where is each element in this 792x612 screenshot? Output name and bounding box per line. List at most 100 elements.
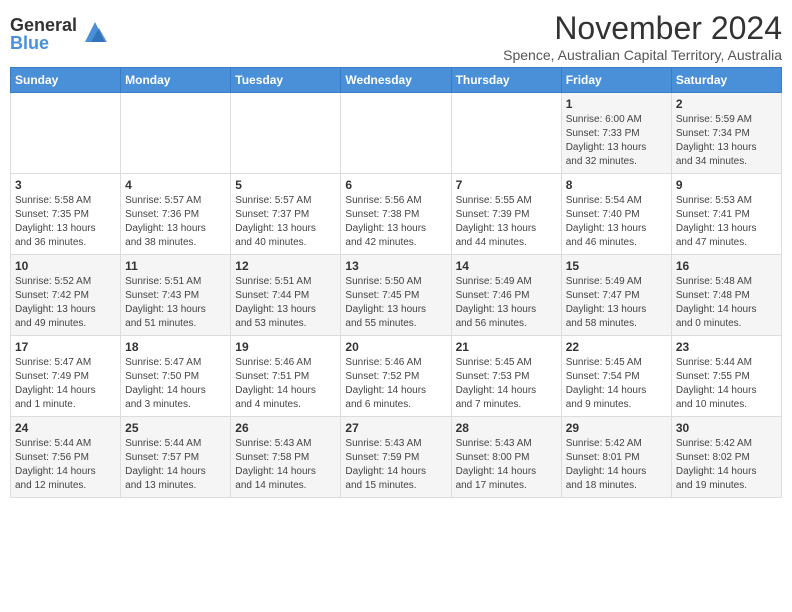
day-info: Sunrise: 5:56 AM Sunset: 7:38 PM Dayligh… [345, 194, 446, 250]
week-row-0: 1 Sunrise: 6:00 AM Sunset: 7:33 PM Daylig… [11, 93, 782, 174]
day-info: Sunrise: 5:46 AM Sunset: 7:51 PM Dayligh… [235, 356, 336, 412]
day-number: 12 [235, 259, 336, 273]
calendar-cell: 29 Sunrise: 5:42 AM Sunset: 8:01 PM Dayli… [561, 417, 671, 498]
calendar-cell: 5 Sunrise: 5:57 AM Sunset: 7:37 PM Daylig… [231, 174, 341, 255]
day-number: 19 [235, 340, 336, 354]
day-number: 13 [345, 259, 446, 273]
logo: General Blue [10, 16, 109, 52]
day-info: Sunrise: 5:57 AM Sunset: 7:37 PM Dayligh… [235, 194, 336, 250]
logo-icon [81, 18, 109, 46]
day-number: 2 [676, 97, 777, 111]
calendar-cell [121, 93, 231, 174]
calendar-body: 1 Sunrise: 6:00 AM Sunset: 7:33 PM Daylig… [11, 93, 782, 498]
calendar-cell: 12Sunrise: 5:51 AM Sunset: 7:44 PM Dayli… [231, 255, 341, 336]
day-number: 25 [125, 421, 226, 435]
calendar-cell: 4 Sunrise: 5:57 AM Sunset: 7:36 PM Daylig… [121, 174, 231, 255]
month-title: November 2024 [503, 10, 782, 47]
calendar-cell: 8 Sunrise: 5:54 AM Sunset: 7:40 PM Daylig… [561, 174, 671, 255]
day-info: Sunrise: 5:44 AM Sunset: 7:55 PM Dayligh… [676, 356, 777, 412]
calendar-cell: 21Sunrise: 5:45 AM Sunset: 7:53 PM Dayli… [451, 336, 561, 417]
header-day-wednesday: Wednesday [341, 68, 451, 93]
day-info: Sunrise: 5:51 AM Sunset: 7:43 PM Dayligh… [125, 275, 226, 331]
day-number: 23 [676, 340, 777, 354]
day-number: 24 [15, 421, 116, 435]
calendar-cell: 20 Sunrise: 5:46 AM Sunset: 7:52 PM Dayli… [341, 336, 451, 417]
day-number: 18 [125, 340, 226, 354]
day-number: 15 [566, 259, 667, 273]
header-day-friday: Friday [561, 68, 671, 93]
calendar-cell: 14 Sunrise: 5:49 AM Sunset: 7:46 PM Dayli… [451, 255, 561, 336]
calendar-cell [341, 93, 451, 174]
calendar-cell: 11Sunrise: 5:51 AM Sunset: 7:43 PM Dayli… [121, 255, 231, 336]
day-info: Sunrise: 5:42 AM Sunset: 8:01 PM Dayligh… [566, 437, 667, 493]
day-info: Sunrise: 5:49 AM Sunset: 7:46 PM Dayligh… [456, 275, 557, 331]
day-number: 17 [15, 340, 116, 354]
title-section: November 2024 Spence, Australian Capital… [503, 10, 782, 63]
day-info: Sunrise: 5:47 AM Sunset: 7:50 PM Dayligh… [125, 356, 226, 412]
location: Spence, Australian Capital Territory, Au… [503, 47, 782, 63]
calendar-cell: 25 Sunrise: 5:44 AM Sunset: 7:57 PM Dayli… [121, 417, 231, 498]
header-day-tuesday: Tuesday [231, 68, 341, 93]
day-info: Sunrise: 5:58 AM Sunset: 7:35 PM Dayligh… [15, 194, 116, 250]
calendar-cell: 6Sunrise: 5:56 AM Sunset: 7:38 PM Daylig… [341, 174, 451, 255]
calendar-cell: 2 Sunrise: 5:59 AM Sunset: 7:34 PM Daylig… [671, 93, 781, 174]
day-info: Sunrise: 5:47 AM Sunset: 7:49 PM Dayligh… [15, 356, 116, 412]
day-info: Sunrise: 5:43 AM Sunset: 7:59 PM Dayligh… [345, 437, 446, 493]
page-header: General Blue November 2024 Spence, Austr… [10, 10, 782, 63]
day-number: 30 [676, 421, 777, 435]
day-info: Sunrise: 5:52 AM Sunset: 7:42 PM Dayligh… [15, 275, 116, 331]
week-row-3: 17 Sunrise: 5:47 AM Sunset: 7:49 PM Dayli… [11, 336, 782, 417]
day-number: 14 [456, 259, 557, 273]
calendar-cell: 19 Sunrise: 5:46 AM Sunset: 7:51 PM Dayli… [231, 336, 341, 417]
day-info: Sunrise: 5:44 AM Sunset: 7:56 PM Dayligh… [15, 437, 116, 493]
day-info: Sunrise: 5:44 AM Sunset: 7:57 PM Dayligh… [125, 437, 226, 493]
header-day-monday: Monday [121, 68, 231, 93]
day-number: 9 [676, 178, 777, 192]
calendar-cell: 13Sunrise: 5:50 AM Sunset: 7:45 PM Dayli… [341, 255, 451, 336]
calendar-cell: 1 Sunrise: 6:00 AM Sunset: 7:33 PM Daylig… [561, 93, 671, 174]
day-info: Sunrise: 5:57 AM Sunset: 7:36 PM Dayligh… [125, 194, 226, 250]
calendar-cell: 18 Sunrise: 5:47 AM Sunset: 7:50 PM Dayli… [121, 336, 231, 417]
calendar-cell: 10Sunrise: 5:52 AM Sunset: 7:42 PM Dayli… [11, 255, 121, 336]
day-number: 27 [345, 421, 446, 435]
calendar-cell: 30 Sunrise: 5:42 AM Sunset: 8:02 PM Dayli… [671, 417, 781, 498]
day-info: Sunrise: 5:43 AM Sunset: 8:00 PM Dayligh… [456, 437, 557, 493]
day-number: 1 [566, 97, 667, 111]
calendar-cell: 27 Sunrise: 5:43 AM Sunset: 7:59 PM Dayli… [341, 417, 451, 498]
day-info: Sunrise: 6:00 AM Sunset: 7:33 PM Dayligh… [566, 113, 667, 169]
day-number: 26 [235, 421, 336, 435]
day-number: 20 [345, 340, 446, 354]
day-number: 4 [125, 178, 226, 192]
calendar-cell [11, 93, 121, 174]
calendar-cell: 26 Sunrise: 5:43 AM Sunset: 7:58 PM Dayli… [231, 417, 341, 498]
day-number: 29 [566, 421, 667, 435]
day-info: Sunrise: 5:54 AM Sunset: 7:40 PM Dayligh… [566, 194, 667, 250]
calendar-table: SundayMondayTuesdayWednesdayThursdayFrid… [10, 67, 782, 498]
calendar-cell: 9 Sunrise: 5:53 AM Sunset: 7:41 PM Daylig… [671, 174, 781, 255]
logo-general: General [10, 16, 77, 34]
calendar-cell [451, 93, 561, 174]
day-info: Sunrise: 5:45 AM Sunset: 7:54 PM Dayligh… [566, 356, 667, 412]
day-number: 7 [456, 178, 557, 192]
calendar-cell: 17 Sunrise: 5:47 AM Sunset: 7:49 PM Dayli… [11, 336, 121, 417]
week-row-1: 3 Sunrise: 5:58 AM Sunset: 7:35 PM Daylig… [11, 174, 782, 255]
day-number: 8 [566, 178, 667, 192]
calendar-cell: 22 Sunrise: 5:45 AM Sunset: 7:54 PM Dayli… [561, 336, 671, 417]
calendar-cell: 15 Sunrise: 5:49 AM Sunset: 7:47 PM Dayli… [561, 255, 671, 336]
day-number: 5 [235, 178, 336, 192]
calendar-cell: 16 Sunrise: 5:48 AM Sunset: 7:48 PM Dayli… [671, 255, 781, 336]
day-number: 16 [676, 259, 777, 273]
week-row-2: 10Sunrise: 5:52 AM Sunset: 7:42 PM Dayli… [11, 255, 782, 336]
day-info: Sunrise: 5:46 AM Sunset: 7:52 PM Dayligh… [345, 356, 446, 412]
day-number: 3 [15, 178, 116, 192]
day-info: Sunrise: 5:55 AM Sunset: 7:39 PM Dayligh… [456, 194, 557, 250]
calendar-cell: 28Sunrise: 5:43 AM Sunset: 8:00 PM Dayli… [451, 417, 561, 498]
day-info: Sunrise: 5:53 AM Sunset: 7:41 PM Dayligh… [676, 194, 777, 250]
day-info: Sunrise: 5:59 AM Sunset: 7:34 PM Dayligh… [676, 113, 777, 169]
day-info: Sunrise: 5:43 AM Sunset: 7:58 PM Dayligh… [235, 437, 336, 493]
day-number: 22 [566, 340, 667, 354]
day-info: Sunrise: 5:49 AM Sunset: 7:47 PM Dayligh… [566, 275, 667, 331]
day-info: Sunrise: 5:48 AM Sunset: 7:48 PM Dayligh… [676, 275, 777, 331]
logo-blue: Blue [10, 34, 77, 52]
day-info: Sunrise: 5:42 AM Sunset: 8:02 PM Dayligh… [676, 437, 777, 493]
